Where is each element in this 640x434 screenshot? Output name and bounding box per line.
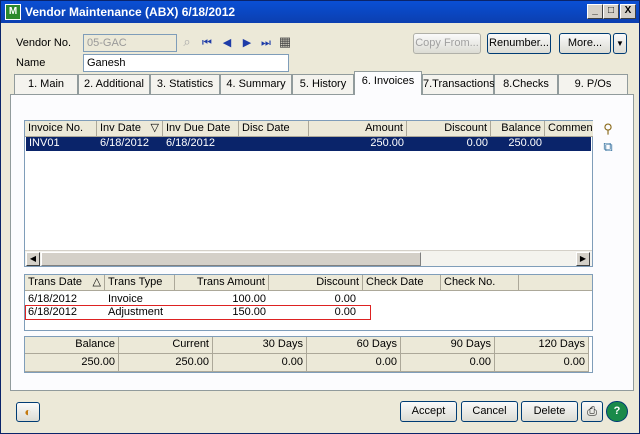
- aging-value-current: 250.00: [119, 354, 213, 372]
- transactions-grid: Trans Date △ Trans Type Trans Amount Disc…: [24, 274, 593, 331]
- column-header-balance[interactable]: Balance: [491, 121, 545, 137]
- table-row[interactable]: INV01 6/18/2012 6/18/2012 250.00 0.00 25…: [26, 137, 591, 151]
- horizontal-scrollbar[interactable]: ◀ ▶: [25, 250, 592, 266]
- column-header-blank: [519, 275, 592, 291]
- aging-value-balance: 250.00: [25, 354, 119, 372]
- copy-from-button[interactable]: Copy From...: [413, 33, 481, 54]
- aging-header-30-days: 30 Days: [213, 337, 307, 354]
- due-date-cell: 6/18/2012: [166, 137, 215, 149]
- column-header-inv-due-date[interactable]: Inv Due Date: [163, 121, 239, 137]
- aging-grid: Balance Current 30 Days 60 Days 90 Days …: [24, 336, 593, 373]
- invoices-panel: Invoice No. Inv Date ▽ Inv Due Date Disc …: [10, 94, 634, 391]
- title-bar: M Vendor Maintenance (ABX) 6/18/2012 _ □…: [1, 1, 639, 23]
- aging-header-120-days: 120 Days: [495, 337, 589, 354]
- close-button[interactable]: X: [620, 4, 636, 19]
- cancel-button[interactable]: Cancel: [461, 401, 518, 422]
- column-header-trans-amount[interactable]: Trans Amount: [175, 275, 269, 291]
- aging-value-60-days: 0.00: [307, 354, 401, 372]
- more-button[interactable]: More...: [559, 33, 611, 54]
- tab-summary[interactable]: 4. Summary: [220, 74, 292, 94]
- last-record-button[interactable]: ⏭: [259, 36, 273, 50]
- first-record-button[interactable]: ⏮: [200, 36, 214, 50]
- tab-statistics[interactable]: 3. Statistics: [150, 74, 220, 94]
- amount-cell: 250.00: [370, 137, 404, 149]
- scroll-right-arrow-icon[interactable]: ▶: [576, 252, 590, 266]
- tab-transactions[interactable]: 7.Transactions: [422, 74, 495, 94]
- tab-main[interactable]: 1. Main: [14, 74, 78, 94]
- lookup-icon[interactable]: ⌕: [179, 34, 195, 50]
- column-header-comment[interactable]: Commen: [545, 121, 593, 137]
- column-header-check-no[interactable]: Check No.: [441, 275, 519, 291]
- column-header-trans-date[interactable]: Trans Date △: [25, 275, 105, 291]
- column-header-discount[interactable]: Discount: [407, 121, 491, 137]
- column-header-disc-date[interactable]: Disc Date: [239, 121, 309, 137]
- aging-value-90-days: 0.00: [401, 354, 495, 372]
- tab-pos[interactable]: 9. P/Os: [558, 74, 628, 94]
- help-icon[interactable]: ?: [606, 401, 628, 422]
- next-record-button[interactable]: ▶: [240, 36, 254, 50]
- inv-date-header-label: Inv Date: [100, 122, 141, 134]
- name-field[interactable]: Ganesh: [83, 54, 289, 72]
- aging-header-current: Current: [119, 337, 213, 354]
- renumber-button[interactable]: Renumber...: [487, 33, 551, 54]
- invoice-detail-icon[interactable]: ⧉: [600, 139, 616, 155]
- trans-date-header-label: Trans Date: [28, 276, 83, 288]
- sort-descending-icon: ▽: [150, 122, 159, 134]
- aging-value-30-days: 0.00: [213, 354, 307, 372]
- minimize-button[interactable]: _: [587, 4, 603, 19]
- printer-icon[interactable]: ⎙: [581, 401, 603, 422]
- scroll-left-arrow-icon[interactable]: ◀: [26, 252, 40, 266]
- maximize-button[interactable]: □: [603, 4, 619, 19]
- disc-date-cell: [239, 137, 309, 150]
- tab-history[interactable]: 5. History: [292, 74, 354, 94]
- binoculars-icon[interactable]: ⚲: [600, 121, 616, 137]
- name-label: Name: [16, 57, 46, 69]
- discount-cell: 0.00: [466, 137, 488, 149]
- vendor-no-field[interactable]: 05-GAC: [83, 34, 177, 52]
- column-header-trans-discount[interactable]: Discount: [269, 275, 363, 291]
- invoices-grid: Invoice No. Inv Date ▽ Inv Due Date Disc …: [24, 120, 593, 267]
- column-header-amount[interactable]: Amount: [309, 121, 407, 137]
- previous-record-button[interactable]: ◀: [220, 36, 234, 50]
- column-header-check-date[interactable]: Check Date: [363, 275, 441, 291]
- more-dropdown-button[interactable]: ▼: [613, 33, 627, 54]
- aging-value-120-days: 0.00: [495, 354, 589, 372]
- accept-button[interactable]: Accept: [400, 401, 457, 422]
- column-header-inv-date[interactable]: Inv Date ▽: [97, 121, 163, 137]
- aging-header-60-days: 60 Days: [307, 337, 401, 354]
- aging-header-balance: Balance: [25, 337, 119, 354]
- tab-invoices[interactable]: 6. Invoices: [354, 71, 422, 95]
- scroll-thumb[interactable]: [41, 252, 421, 266]
- calendar-icon[interactable]: ▦: [277, 34, 293, 50]
- app-icon: M: [5, 4, 21, 20]
- tab-additional[interactable]: 2. Additional: [78, 74, 150, 94]
- column-header-trans-type[interactable]: Trans Type: [105, 275, 175, 291]
- invoice-no-cell: INV01: [29, 137, 60, 149]
- column-header-invoice-no[interactable]: Invoice No.: [25, 121, 97, 137]
- help-wizard-icon[interactable]: ◐: [16, 402, 40, 422]
- balance-cell: 250.00: [508, 137, 542, 149]
- tab-checks[interactable]: 8.Checks: [494, 74, 558, 94]
- aging-header-90-days: 90 Days: [401, 337, 495, 354]
- highlight-box: [25, 305, 371, 320]
- window-title: Vendor Maintenance (ABX) 6/18/2012: [25, 5, 236, 19]
- inv-date-cell: 6/18/2012: [100, 137, 149, 149]
- vendor-no-label: Vendor No.: [16, 37, 72, 49]
- sort-ascending-icon: △: [92, 276, 101, 288]
- delete-button[interactable]: Delete: [521, 401, 578, 422]
- vendor-maintenance-window: M Vendor Maintenance (ABX) 6/18/2012 _ □…: [0, 0, 640, 434]
